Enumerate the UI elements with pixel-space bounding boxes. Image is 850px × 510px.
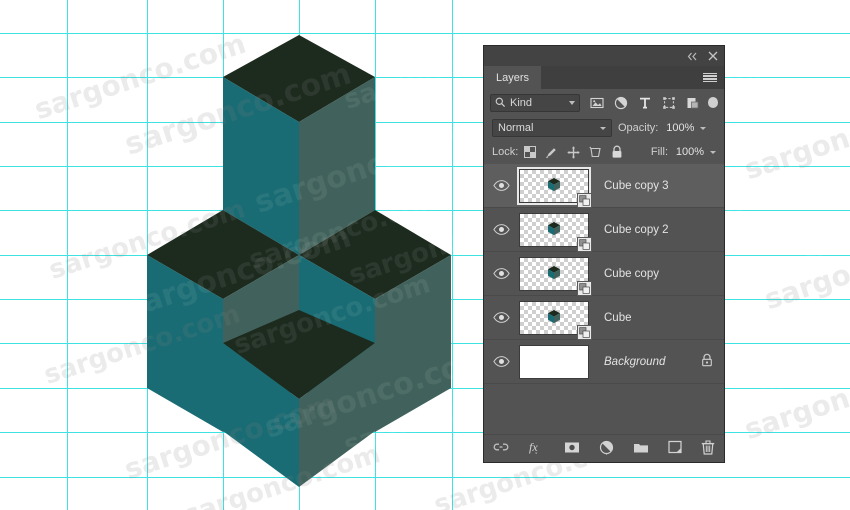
collapse-panel-icon[interactable]: [687, 52, 698, 61]
panel-menu-icon[interactable]: [703, 72, 717, 83]
adjustment-layer-icon[interactable]: [614, 96, 628, 110]
svg-text:fx: fx: [529, 440, 538, 454]
eye-icon[interactable]: [492, 356, 510, 367]
screenshot-root: sargonco.com sargonco.com sargonco.com sarg…: [0, 0, 850, 510]
layer-style-fx-icon[interactable]: fx: [528, 440, 545, 457]
layer-visibility-toggle[interactable]: [486, 268, 516, 279]
chevron-down-icon[interactable]: [700, 126, 707, 130]
chevron-down-icon[interactable]: [600, 126, 606, 130]
layer-visibility-toggle[interactable]: [486, 356, 516, 367]
blend-mode-row[interactable]: Normal Opacity: 100%: [484, 116, 724, 140]
panel-tab-strip[interactable]: Layers: [484, 66, 724, 89]
smart-object-badge-icon: [577, 192, 592, 208]
layer-thumbnail[interactable]: [516, 343, 592, 381]
smart-object-icon[interactable]: [686, 96, 700, 110]
delete-layer-icon[interactable]: [701, 439, 715, 458]
thumbnail-cube-icon: [547, 220, 561, 238]
fill-label: Fill:: [650, 146, 668, 158]
filter-kind-label: Kind: [510, 96, 533, 109]
blend-mode-value: Normal: [498, 122, 534, 134]
lock-label: Lock:: [492, 146, 519, 158]
lock-artboard-icon[interactable]: [589, 146, 602, 159]
layer-thumbnail[interactable]: [516, 166, 592, 208]
layer-filter-row[interactable]: Kind: [484, 89, 724, 116]
new-adjustment-layer-icon[interactable]: [599, 440, 614, 458]
chevron-down-icon[interactable]: [710, 150, 716, 154]
layer-row[interactable]: Cube: [484, 296, 724, 340]
layer-lock-indicator: [690, 353, 724, 370]
thumbnail-image: [519, 344, 589, 379]
smart-object-badge-icon: [577, 236, 592, 252]
layer-list[interactable]: Cube copy 3 Cube copy 2 Cube copy Cube Backg…: [484, 164, 724, 384]
thumbnail-cube-icon: [547, 308, 561, 326]
lock-icon-group[interactable]: [524, 145, 623, 159]
lock-position-icon[interactable]: [567, 145, 580, 159]
lock-all-icon[interactable]: [611, 145, 623, 159]
eye-icon[interactable]: [492, 312, 510, 323]
new-layer-icon[interactable]: [668, 440, 682, 457]
layer-name-label[interactable]: Cube copy 3: [592, 180, 690, 192]
layer-visibility-toggle[interactable]: [486, 224, 516, 235]
eye-icon[interactable]: [492, 224, 510, 235]
layers-panel[interactable]: Layers Kind Normal Opacity: 100% Lock: F…: [484, 46, 724, 462]
eye-icon[interactable]: [492, 268, 510, 279]
smart-object-badge-icon: [577, 280, 592, 296]
filter-type-icons[interactable]: [590, 96, 700, 110]
layer-name-label[interactable]: Cube copy: [592, 268, 690, 280]
close-panel-icon[interactable]: [708, 51, 718, 61]
layer-visibility-toggle[interactable]: [486, 312, 516, 323]
filter-kind-select[interactable]: Kind: [490, 93, 580, 112]
add-layer-mask-icon[interactable]: [564, 441, 580, 457]
opacity-value[interactable]: 100%: [664, 122, 694, 134]
layer-visibility-toggle[interactable]: [486, 180, 516, 191]
panel-titlebar[interactable]: [484, 46, 724, 66]
lock-image-pixels-icon[interactable]: [545, 146, 558, 159]
eye-icon[interactable]: [492, 180, 510, 191]
type-layer-icon[interactable]: [638, 96, 652, 110]
layer-row[interactable]: Cube copy 2: [484, 208, 724, 252]
new-group-icon[interactable]: [633, 441, 649, 457]
layer-row[interactable]: Background: [484, 340, 724, 384]
lock-icon: [701, 353, 713, 370]
pixel-layer-icon[interactable]: [590, 96, 604, 110]
chevron-down-icon[interactable]: [568, 100, 575, 105]
filter-toggle-icon[interactable]: [707, 97, 718, 108]
blend-mode-select[interactable]: Normal: [492, 119, 612, 137]
layer-row[interactable]: Cube copy 3: [484, 164, 724, 208]
magnifier-icon: [495, 97, 506, 108]
layer-thumbnail[interactable]: [516, 255, 592, 296]
fill-value[interactable]: 100%: [674, 146, 704, 158]
opacity-label: Opacity:: [618, 122, 659, 134]
tab-layers[interactable]: Layers: [484, 66, 542, 89]
tab-layers-label: Layers: [496, 71, 530, 84]
lock-row[interactable]: Lock: Fill: 100%: [484, 140, 724, 164]
smart-object-badge-icon: [577, 324, 592, 340]
shape-layer-icon[interactable]: [662, 96, 676, 110]
layers-panel-toolbar[interactable]: fx: [484, 434, 724, 462]
lock-transparent-pixels-icon[interactable]: [524, 146, 537, 158]
layer-name-label[interactable]: Background: [592, 356, 690, 368]
thumbnail-cube-icon: [547, 264, 561, 282]
layer-thumbnail[interactable]: [516, 299, 592, 340]
layer-name-label[interactable]: Cube copy 2: [592, 224, 690, 236]
thumbnail-cube-icon: [547, 176, 561, 194]
link-layers-icon[interactable]: [493, 441, 509, 456]
layer-row[interactable]: Cube copy: [484, 252, 724, 296]
layer-thumbnail[interactable]: [516, 211, 592, 252]
layer-name-label[interactable]: Cube: [592, 312, 690, 324]
